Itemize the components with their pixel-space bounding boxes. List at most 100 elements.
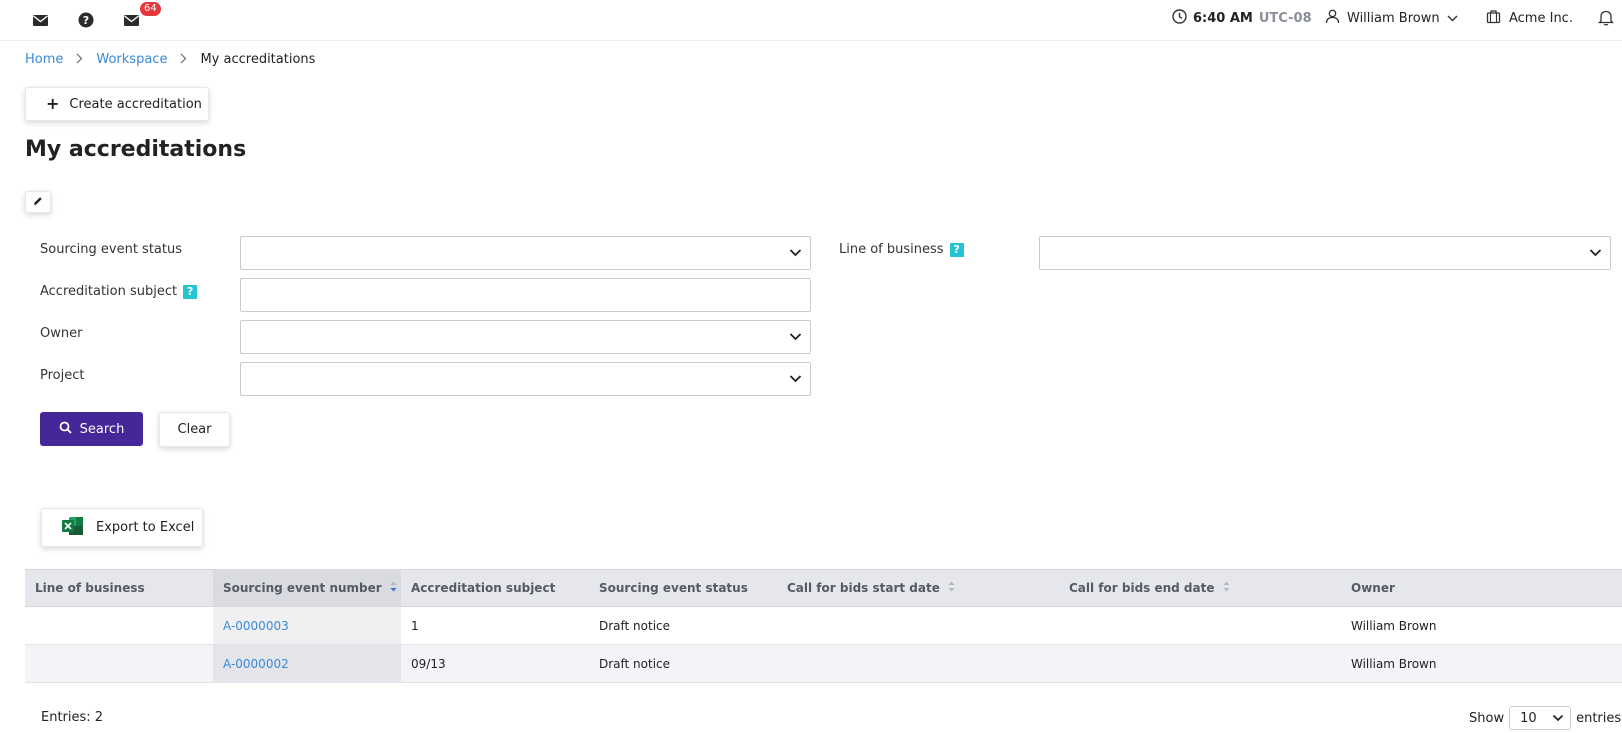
column-header-label: Call for bids start date bbox=[787, 581, 940, 595]
sourcing-event-status-text: Sourcing event status bbox=[40, 242, 182, 257]
chevron-down-icon bbox=[789, 330, 802, 347]
cell-sourcing-event-number: A-0000003 bbox=[213, 607, 401, 644]
column-header-label: Line of business bbox=[35, 581, 145, 595]
owner-label: Owner bbox=[40, 326, 82, 341]
column-header-line-of-business[interactable]: Line of business bbox=[25, 570, 213, 606]
messages-icon[interactable] bbox=[121, 10, 141, 30]
table-row[interactable]: A-0000002 09/13 Draft notice William Bro… bbox=[25, 645, 1622, 683]
cell-call-for-bids-end bbox=[1059, 645, 1341, 682]
search-label: Search bbox=[79, 421, 125, 437]
chevron-down-icon bbox=[789, 246, 802, 263]
chevron-right-icon bbox=[180, 53, 187, 67]
line-of-business-text: Line of business bbox=[839, 242, 944, 257]
user-icon bbox=[1325, 9, 1340, 28]
owner-text: Owner bbox=[40, 326, 83, 341]
sourcing-event-status-select[interactable] bbox=[240, 236, 811, 270]
entries-count: Entries: 2 bbox=[41, 710, 104, 725]
accreditation-subject-input[interactable] bbox=[240, 278, 811, 312]
sort-icon bbox=[1223, 581, 1230, 595]
column-header-label: Call for bids end date bbox=[1069, 581, 1215, 595]
create-accreditation-label: Create accreditation bbox=[69, 96, 202, 112]
sort-descending-icon bbox=[390, 581, 397, 595]
column-header-label: Sourcing event number bbox=[223, 581, 382, 595]
column-header-sourcing-event-number[interactable]: Sourcing event number bbox=[213, 570, 401, 606]
cell-accreditation-subject: 1 bbox=[411, 618, 419, 633]
accreditations-table: Line of business Sourcing event number A… bbox=[25, 569, 1622, 683]
breadcrumb-workspace[interactable]: Workspace bbox=[96, 52, 167, 67]
sort-icon bbox=[948, 581, 955, 595]
cell-sourcing-event-status: Draft notice bbox=[599, 618, 671, 633]
help-icon[interactable]: ? bbox=[76, 10, 96, 30]
column-header-label: Accreditation subject bbox=[411, 581, 556, 595]
table-header: Line of business Sourcing event number A… bbox=[25, 569, 1622, 607]
project-select[interactable] bbox=[240, 362, 811, 396]
cell-call-for-bids-start bbox=[777, 645, 1059, 682]
cell-call-for-bids-end bbox=[1059, 607, 1341, 644]
create-accreditation-button[interactable]: + Create accreditation bbox=[25, 87, 209, 121]
column-header-label: Owner bbox=[1351, 581, 1395, 595]
clear-label: Clear bbox=[177, 422, 212, 437]
notification-badge: 64 bbox=[140, 2, 161, 16]
project-label: Project bbox=[40, 368, 84, 383]
column-header-call-for-bids-end-date[interactable]: Call for bids end date bbox=[1059, 570, 1341, 606]
search-icon bbox=[59, 421, 72, 438]
top-bar: ? 64 6:40 AM UTC-08 William Brown Acme I… bbox=[0, 0, 1622, 41]
sourcing-event-link[interactable]: A-0000002 bbox=[223, 657, 289, 671]
help-icon[interactable]: ? bbox=[183, 284, 198, 299]
help-icon[interactable]: ? bbox=[949, 242, 964, 257]
cell-accreditation-subject: 09/13 bbox=[411, 656, 446, 671]
line-of-business-label: Line of business ? bbox=[839, 242, 964, 257]
bell-icon[interactable] bbox=[1597, 9, 1615, 31]
chevron-down-icon bbox=[1552, 712, 1564, 728]
cell-owner: William Brown bbox=[1351, 618, 1437, 633]
cell-owner: William Brown bbox=[1351, 656, 1437, 671]
edit-button[interactable] bbox=[25, 191, 51, 213]
cell-call-for-bids-start bbox=[777, 607, 1059, 644]
briefcase-icon bbox=[1486, 9, 1501, 28]
cell-line-of-business bbox=[25, 607, 213, 644]
chevron-down-icon bbox=[1589, 246, 1602, 263]
export-to-excel-button[interactable]: Export to Excel bbox=[41, 508, 203, 547]
excel-icon bbox=[62, 516, 84, 540]
chevron-right-icon bbox=[76, 53, 83, 67]
column-header-sourcing-event-status[interactable]: Sourcing event status bbox=[589, 570, 777, 606]
project-text: Project bbox=[40, 368, 85, 383]
cell-sourcing-event-number: A-0000002 bbox=[213, 645, 401, 682]
table-row[interactable]: A-0000003 1 Draft notice William Brown bbox=[25, 607, 1622, 645]
user-name: William Brown bbox=[1347, 11, 1440, 26]
timezone: UTC-08 bbox=[1258, 11, 1312, 26]
clear-button[interactable]: Clear bbox=[159, 412, 230, 447]
user-menu[interactable]: William Brown bbox=[1325, 9, 1458, 28]
mail-icon[interactable] bbox=[30, 10, 50, 30]
page-size-value: 10 bbox=[1520, 710, 1537, 726]
breadcrumb: Home Workspace My accreditations bbox=[25, 52, 315, 67]
clock: 6:40 AM UTC-08 bbox=[1172, 9, 1312, 28]
organization-menu[interactable]: Acme Inc. bbox=[1486, 9, 1573, 28]
column-header-accreditation-subject[interactable]: Accreditation subject bbox=[401, 570, 589, 606]
line-of-business-select[interactable] bbox=[1039, 236, 1611, 270]
svg-text:?: ? bbox=[83, 14, 89, 27]
entries-label: entries bbox=[1576, 710, 1622, 726]
breadcrumb-home[interactable]: Home bbox=[25, 52, 63, 67]
column-header-owner[interactable]: Owner bbox=[1341, 570, 1622, 606]
cell-line-of-business bbox=[25, 645, 213, 682]
page-size-control: Show 10 entries bbox=[1469, 706, 1621, 730]
current-time: 6:40 AM bbox=[1193, 11, 1253, 26]
breadcrumb-current: My accreditations bbox=[200, 52, 316, 67]
column-header-label: Sourcing event status bbox=[599, 581, 748, 595]
cell-sourcing-event-status: Draft notice bbox=[599, 656, 671, 671]
accreditation-subject-label: Accreditation subject ? bbox=[40, 284, 198, 299]
column-header-call-for-bids-start-date[interactable]: Call for bids start date bbox=[777, 570, 1059, 606]
export-label: Export to Excel bbox=[96, 520, 195, 535]
accreditation-subject-text: Accreditation subject bbox=[40, 284, 178, 299]
sourcing-event-link[interactable]: A-0000003 bbox=[223, 619, 289, 633]
page-title: My accreditations bbox=[25, 137, 247, 162]
owner-select[interactable] bbox=[240, 320, 811, 354]
page-size-select[interactable]: 10 bbox=[1509, 706, 1572, 730]
sourcing-event-status-label: Sourcing event status bbox=[40, 242, 182, 257]
clock-icon bbox=[1172, 9, 1187, 28]
chevron-down-icon bbox=[789, 372, 802, 389]
plus-icon: + bbox=[46, 94, 60, 113]
search-button[interactable]: Search bbox=[40, 412, 143, 446]
show-label: Show bbox=[1469, 710, 1505, 726]
